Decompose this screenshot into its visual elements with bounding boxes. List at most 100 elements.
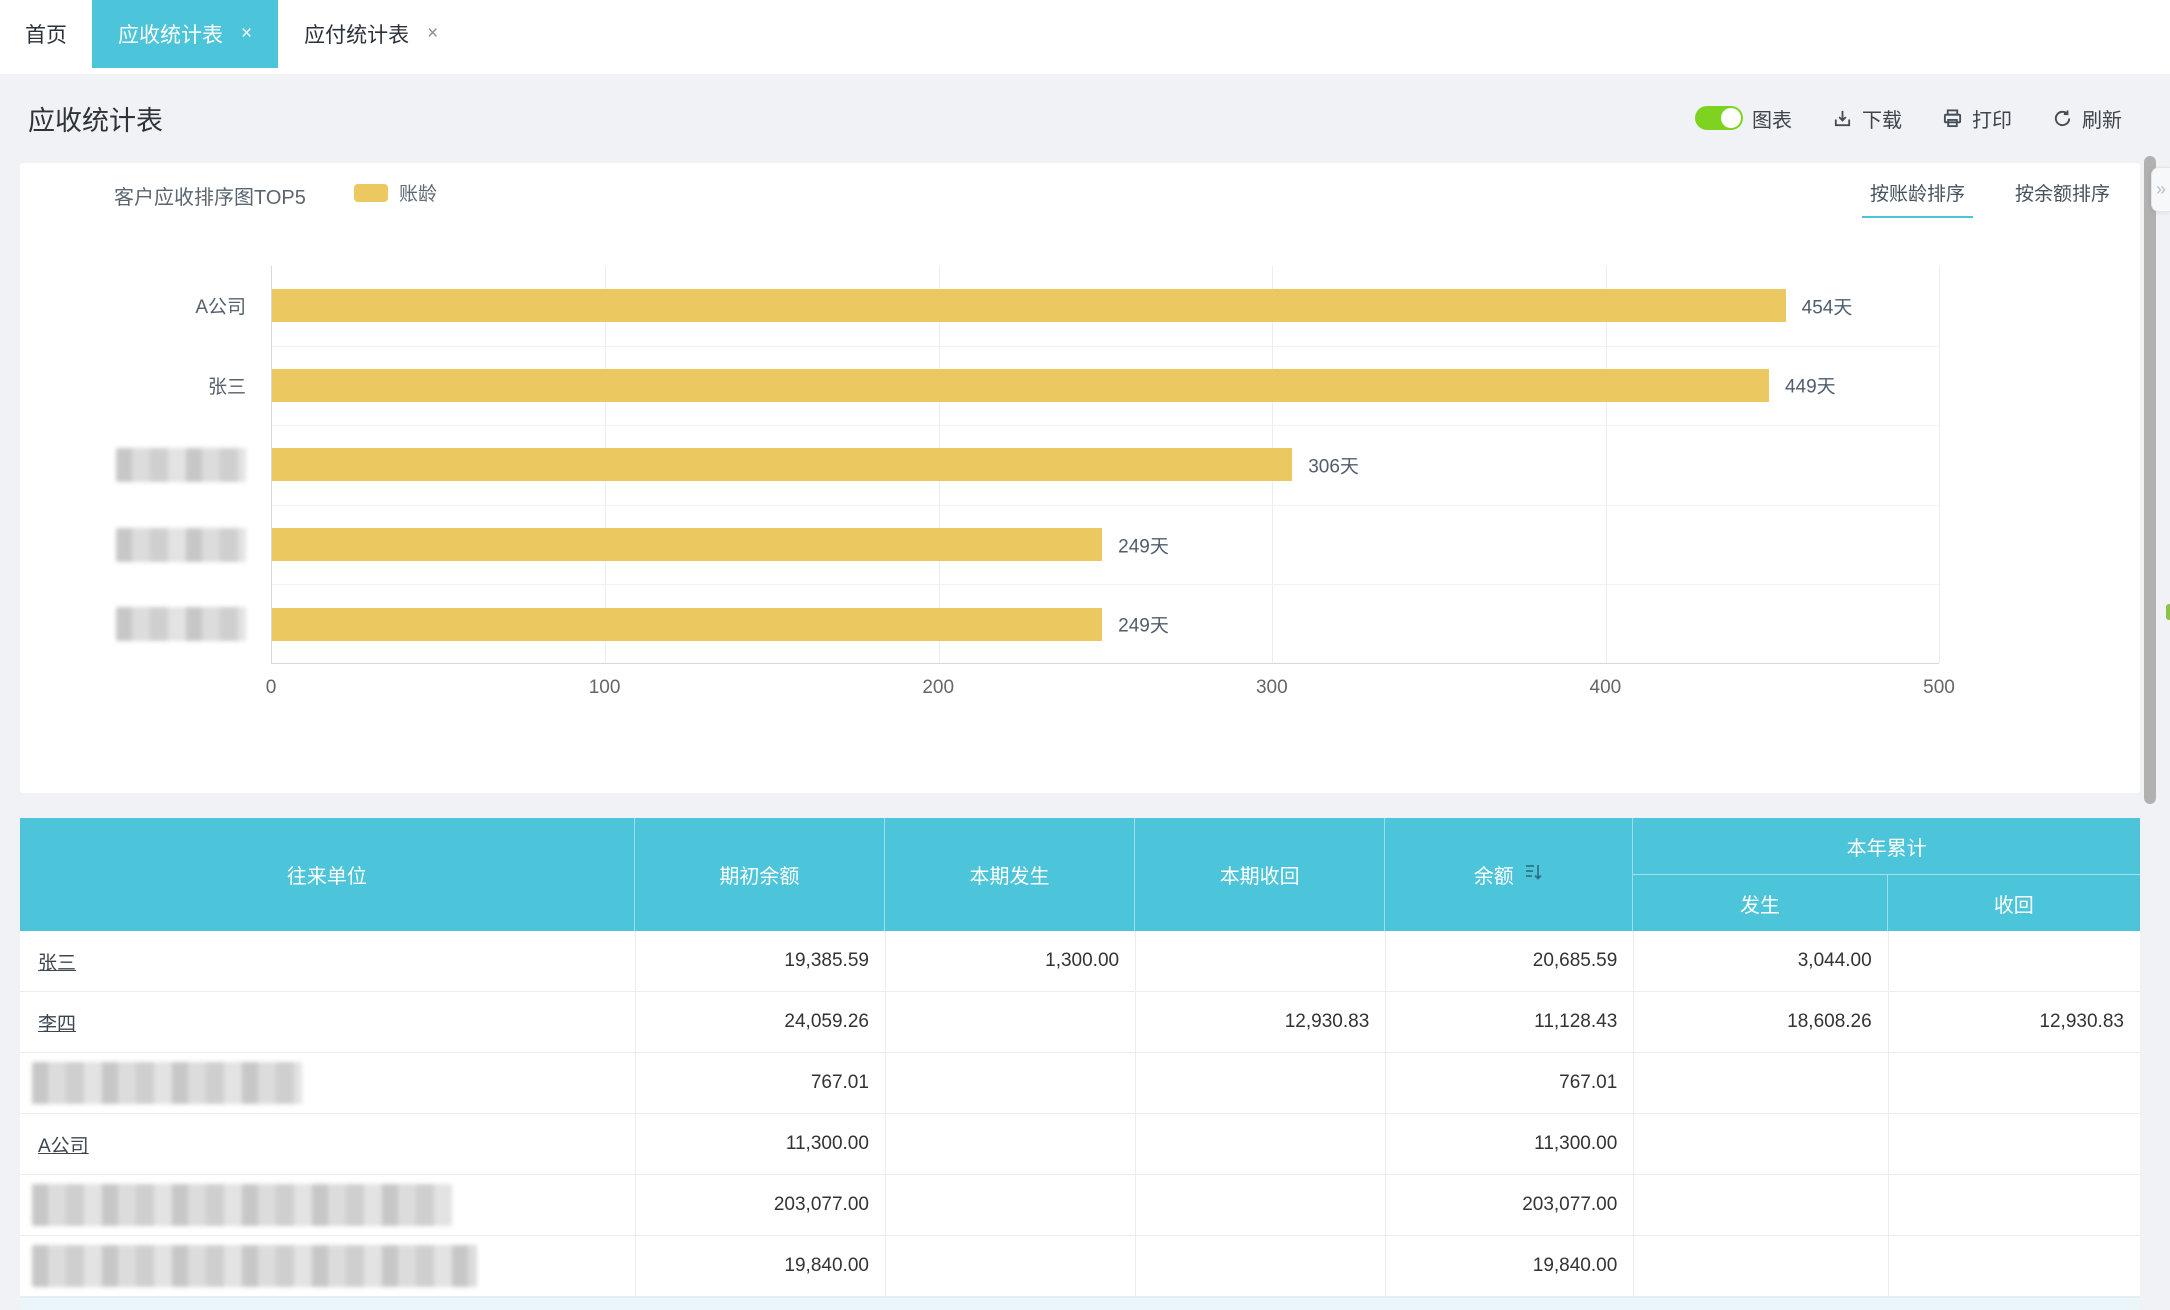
table-row: 张三 19,385.59 1,300.00 20,685.59 3,044.00 [20,931,2140,992]
toggle-switch-on[interactable] [1695,106,1743,130]
ytd-received-cell [1888,1053,2140,1113]
bar-a-company [272,289,1786,322]
table-row: 203,077.00 203,077.00 [20,1175,2140,1236]
ytd-incurred-cell [1633,1114,1887,1174]
bar-chart-plot-area: 454天 449天 306天 249天 249天 [271,266,1939,664]
counterparty-cell-redacted [20,1053,635,1113]
print-button[interactable]: 打印 [1942,104,2012,133]
col-header-ytd-received[interactable]: 收回 [1888,875,2140,931]
sort-by-balance-tab[interactable]: 按余额排序 [2007,175,2118,218]
bar-value-label: 306天 [1308,451,1359,478]
redacted-text-block [32,1245,477,1287]
opening-balance-cell: 19,385.59 [635,931,885,991]
balance-cell: 19,840.00 [1385,1236,1633,1296]
page-header: 应收统计表 图表 下载 打印 [0,74,2170,162]
chevron-right-double-icon: » [2156,179,2166,200]
col-header-ytd-incurred[interactable]: 发生 [1633,875,1887,931]
ytd-incurred-cell: 18,608.26 [1633,992,1887,1052]
close-icon[interactable]: × [427,23,438,45]
ytd-incurred-cell [1633,1053,1887,1113]
print-label: 打印 [1972,104,2012,133]
chart-card: 客户应收排序图TOP5 账龄 按账龄排序 按余额排序 A公司 张三 454天 4… [20,163,2140,793]
tab-receivable-stats[interactable]: 应收统计表 × [92,0,278,68]
toolbar: 图表 下载 打印 刷新 [1695,104,2122,133]
download-button[interactable]: 下载 [1832,104,1902,133]
x-tick-label: 100 [589,677,621,699]
vertical-scrollbar-thumb[interactable] [2144,156,2156,804]
counterparty-link[interactable]: A公司 [38,1131,89,1158]
current-received-cell [1135,1175,1385,1235]
x-tick-label: 0 [266,677,277,699]
bar-value-label: 449天 [1785,372,1836,399]
counterparty-cell: 李四 [20,992,635,1052]
redacted-text-block [32,1184,452,1226]
redacted-text-block [116,448,246,482]
category-label: 张三 [20,346,259,426]
chart-toggle-label: 图表 [1752,104,1792,133]
bar-redacted [272,528,1102,561]
table-row: A公司 11,300.00 11,300.00 [20,1114,2140,1175]
redacted-text-block [116,528,246,562]
sort-descending-icon[interactable] [1522,861,1544,889]
toggle-knob [1721,108,1741,128]
legend-label: 账龄 [399,179,437,206]
download-label: 下载 [1862,104,1902,133]
col-group-ytd: 本年累计 [1633,818,2140,875]
current-incurred-cell [885,1236,1135,1296]
ytd-received-cell [1888,1236,2140,1296]
bar-zhang-san [272,369,1769,402]
receivables-table: 往来单位 期初余额 本期发生 本期收回 余额 本年累计 发生 收回 张三 19,… [20,818,2140,1310]
counterparty-link[interactable]: 张三 [38,948,76,975]
col-header-balance[interactable]: 余额 [1385,818,1633,931]
current-incurred-cell [885,1175,1135,1235]
counterparty-cell-redacted [20,1236,635,1296]
close-icon[interactable]: × [241,23,252,45]
tab-home-label: 首页 [25,19,67,49]
category-label-redacted [20,505,259,585]
legend-swatch [354,184,388,202]
tab-payable-label: 应付统计表 [304,19,409,49]
table-header: 往来单位 期初余额 本期发生 本期收回 余额 本年累计 发生 收回 [20,818,2140,931]
chart-view-toggle[interactable]: 图表 [1695,104,1792,133]
chart-category-labels: A公司 张三 [20,266,259,664]
balance-cell: 767.01 [1385,1053,1633,1113]
floating-widget-sliver [2166,604,2170,620]
current-received-cell [1135,1053,1385,1113]
table-row: 767.01 767.01 [20,1053,2140,1114]
col-header-balance-label: 余额 [1474,860,1514,889]
tab-home[interactable]: 首页 [0,0,92,68]
current-incurred-cell [885,1053,1135,1113]
counterparty-link[interactable]: 李四 [38,1009,76,1036]
bar-redacted [272,448,1292,481]
tab-payable-stats[interactable]: 应付统计表 × [278,0,464,68]
col-header-current-received[interactable]: 本期收回 [1135,818,1385,931]
bar-value-label: 249天 [1118,531,1169,558]
col-header-counterparty[interactable]: 往来单位 [20,818,635,931]
tab-receivable-label: 应收统计表 [118,19,223,49]
sort-by-aging-tab[interactable]: 按账龄排序 [1862,175,1973,218]
counterparty-cell: A公司 [20,1114,635,1174]
col-group-ytd-label: 本年累计 [1847,832,1927,861]
opening-balance-cell: 19,840.00 [635,1236,885,1296]
opening-balance-cell: 11,300.00 [635,1114,885,1174]
col-header-current-incurred[interactable]: 本期发生 [885,818,1135,931]
redacted-text-block [32,1062,302,1104]
ytd-received-cell [1888,1175,2140,1235]
chart-legend[interactable]: 账龄 [354,179,437,206]
current-received-cell [1135,931,1385,991]
ytd-received-cell: 12,930.83 [1888,992,2140,1052]
panel-expand-handle[interactable]: » [2151,167,2170,212]
refresh-button[interactable]: 刷新 [2052,104,2122,133]
col-header-opening-balance[interactable]: 期初余额 [635,818,885,931]
balance-cell: 11,128.43 [1385,992,1633,1052]
x-tick-label: 400 [1590,677,1622,699]
bar-value-label: 454天 [1802,292,1853,319]
category-label: A公司 [20,266,259,346]
counterparty-cell-redacted [20,1175,635,1235]
counterparty-cell: 张三 [20,931,635,991]
category-label-redacted [20,425,259,505]
current-received-cell: 12,930.83 [1135,992,1385,1052]
x-tick-label: 300 [1256,677,1288,699]
current-received-cell [1135,1114,1385,1174]
balance-cell: 203,077.00 [1385,1175,1633,1235]
